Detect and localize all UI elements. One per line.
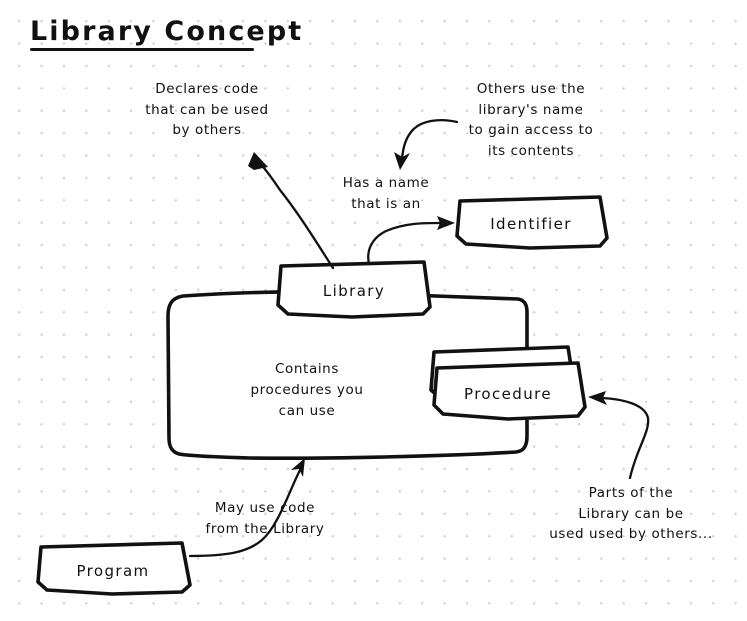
title-underline [30,48,254,51]
identifier-label[interactable]: Identifier [456,213,606,236]
arrowhead-procedure [588,391,607,405]
annotation-parts-of-library: Parts of the Library can be used used by… [549,485,713,543]
annotation-may-use-code: May use code from the Library [205,500,325,537]
annotation-others-use: Others use the library's name to gain ac… [468,81,594,159]
page-title: Library Concept [30,16,304,47]
program-label[interactable]: Program [38,560,188,583]
connector-parts-to-procedure [600,396,650,480]
container-description-line-2: procedures you [250,382,364,398]
connector-library-to-identifier [367,221,442,266]
diagram-canvas: Library Concept Declares code that can b… [0,0,747,621]
arrowhead-program [291,458,305,477]
arrowhead-declares [248,152,268,170]
procedure-label[interactable]: Procedure [433,383,583,406]
library-label[interactable]: Library [279,280,429,303]
arrowhead-others-use [394,152,410,170]
annotation-has-a-name: Has a name that is an [342,175,430,212]
arrowhead-identifier [437,216,455,230]
container-description-line-3: can use [278,403,336,419]
container-description-line-1: Contains [275,361,339,377]
annotation-declares-code: Declares code that can be used by others [145,81,269,139]
